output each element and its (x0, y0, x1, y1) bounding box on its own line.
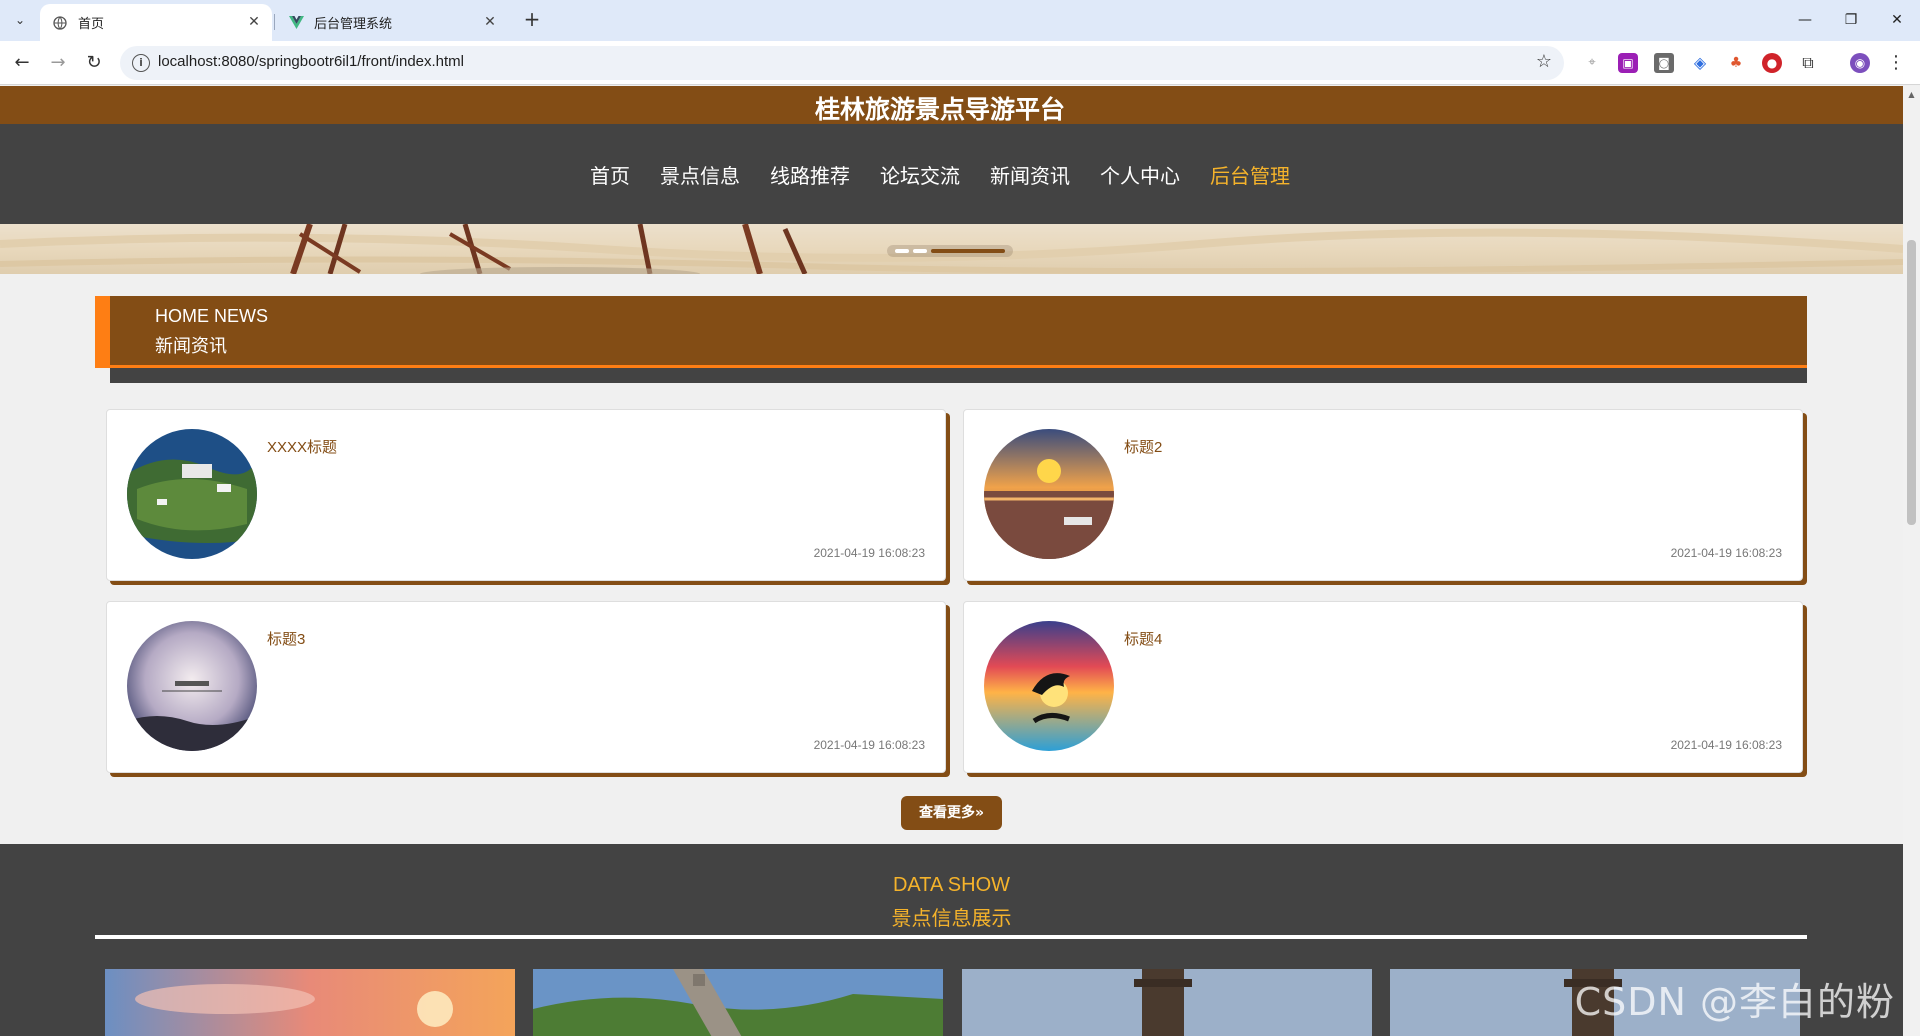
data-show-section: DATA SHOW 景点信息展示 CSDN @李白的粉 (0, 844, 1903, 1036)
vue-logo-icon (288, 15, 304, 31)
news-time: 2021-04-19 16:08:23 (813, 546, 925, 560)
tab-search-chevron-icon[interactable]: ⌄ (8, 8, 32, 32)
page-scrollbar[interactable]: ▲ (1903, 86, 1920, 1036)
main-nav: 首页 景点信息 线路推荐 论坛交流 新闻资讯 个人中心 后台管理 (0, 124, 1903, 224)
news-thumbnail (984, 429, 1114, 559)
browser-menu-icon[interactable]: ⋮ (1886, 53, 1906, 73)
jetbrains-extension-icon[interactable]: ▣ (1618, 53, 1638, 73)
page-viewport: 桂林旅游景点导游平台 首页 景点信息 线路推荐 论坛交流 新闻资讯 个人中心 后… (0, 86, 1903, 1036)
site-info-icon[interactable]: i (132, 54, 150, 72)
carousel-dot[interactable] (913, 249, 927, 253)
close-window-icon[interactable]: ✕ (1874, 6, 1920, 34)
tab-home[interactable]: 首页 ✕ (40, 4, 272, 41)
close-tab-icon[interactable]: ✕ (246, 14, 262, 30)
news-heading-en: HOME NEWS (155, 306, 269, 326)
double-chevron-right-icon: » (974, 805, 985, 821)
nav-item-forum[interactable]: 论坛交流 (880, 160, 960, 189)
nav-item-routes[interactable]: 线路推荐 (770, 160, 850, 189)
network-extension-icon[interactable]: ♣ (1726, 53, 1746, 73)
news-section-header: HOME NEWS 新闻资讯 (95, 296, 1807, 383)
attraction-image (962, 969, 1372, 1036)
news-time: 2021-04-19 16:08:23 (813, 738, 925, 752)
news-title[interactable]: 标题2 (1124, 436, 1162, 457)
section-divider (95, 935, 1807, 939)
reload-icon[interactable]: ↻ (80, 49, 108, 77)
news-title[interactable]: XXXX标题 (267, 436, 337, 457)
shield-extension-icon[interactable]: ● (1762, 53, 1782, 73)
news-thumbnail (127, 429, 257, 559)
tab-label: 首页 (78, 17, 105, 32)
game-extension-icon[interactable]: ◙ (1654, 53, 1674, 73)
restore-icon[interactable]: ❐ (1828, 6, 1874, 34)
news-time: 2021-04-19 16:08:23 (1670, 546, 1782, 560)
nav-item-news[interactable]: 新闻资讯 (990, 160, 1070, 189)
news-thumbnail (127, 621, 257, 751)
profile-avatar-icon[interactable]: ◉ (1850, 53, 1870, 73)
nav-item-profile[interactable]: 个人中心 (1100, 160, 1180, 189)
carousel-dot[interactable] (895, 249, 909, 253)
news-thumbnail (984, 621, 1114, 751)
scrollbar-thumb[interactable] (1907, 240, 1916, 525)
scroll-up-arrow-icon[interactable]: ▲ (1907, 90, 1916, 99)
data-heading-cn: 景点信息展示 (891, 906, 1012, 930)
csdn-watermark: CSDN @李白的粉 (1574, 980, 1895, 1024)
nav-item-admin[interactable]: 后台管理 (1210, 160, 1290, 189)
banner-carousel[interactable] (0, 224, 1903, 274)
nav-item-attractions[interactable]: 景点信息 (660, 160, 740, 189)
bookmark-star-icon[interactable]: ☆ (1536, 51, 1552, 72)
attraction-image (105, 969, 515, 1036)
attraction-card[interactable] (962, 969, 1372, 1036)
new-tab-plus-icon[interactable]: + (520, 8, 544, 32)
address-bar[interactable]: i localhost:8080/springbootr6il1/front/i… (120, 46, 1564, 80)
news-card[interactable]: 标题4 2021-04-19 16:08:23 (963, 601, 1803, 773)
browser-toolbar: ← → ↻ i localhost:8080/springbootr6il1/f… (0, 41, 1920, 85)
news-card[interactable]: XXXX标题 2021-04-19 16:08:23 (106, 409, 946, 581)
tab-divider (274, 14, 275, 30)
url-text[interactable]: localhost:8080/springbootr6il1/front/ind… (158, 53, 464, 70)
tab-admin[interactable]: 后台管理系统 ✕ (276, 4, 508, 41)
header-panel: HOME NEWS 新闻资讯 (95, 296, 1807, 368)
carousel-indicators (887, 245, 1013, 257)
puzzle-extensions-icon[interactable]: ⧉ (1798, 53, 1818, 73)
news-card[interactable]: 标题3 2021-04-19 16:08:23 (106, 601, 946, 773)
minimize-icon[interactable]: — (1782, 6, 1828, 34)
forward-arrow-icon[interactable]: → (44, 49, 72, 77)
tab-label: 后台管理系统 (314, 17, 393, 32)
layers-extension-icon[interactable]: ◈ (1690, 53, 1710, 73)
news-title[interactable]: 标题4 (1124, 628, 1162, 649)
news-card[interactable]: 标题2 2021-04-19 16:08:23 (963, 409, 1803, 581)
data-heading-en: DATA SHOW (892, 874, 1011, 896)
back-arrow-icon[interactable]: ← (8, 49, 36, 77)
close-tab-icon[interactable]: ✕ (482, 14, 498, 30)
browser-tab-bar: ⌄ 首页 ✕ 后台管理系统 ✕ + — ❐ ✕ (0, 0, 1920, 41)
attraction-image (533, 969, 943, 1036)
attraction-card[interactable] (533, 969, 943, 1036)
view-more-button[interactable]: 查看更多» (901, 796, 1002, 830)
news-time: 2021-04-19 16:08:23 (1670, 738, 1782, 752)
news-heading-cn: 新闻资讯 (155, 336, 227, 357)
site-title-bar: 桂林旅游景点导游平台 (0, 86, 1903, 124)
view-more-label: 查看更多 (918, 805, 975, 821)
site-title: 桂林旅游景点导游平台 (814, 95, 1065, 124)
cursor-extension-icon[interactable]: ⌖ (1582, 53, 1602, 73)
globe-icon (52, 15, 68, 31)
nav-item-home[interactable]: 首页 (590, 160, 630, 189)
attraction-card[interactable] (105, 969, 515, 1036)
carousel-dot-active[interactable] (931, 249, 1005, 253)
news-title[interactable]: 标题3 (267, 628, 305, 649)
